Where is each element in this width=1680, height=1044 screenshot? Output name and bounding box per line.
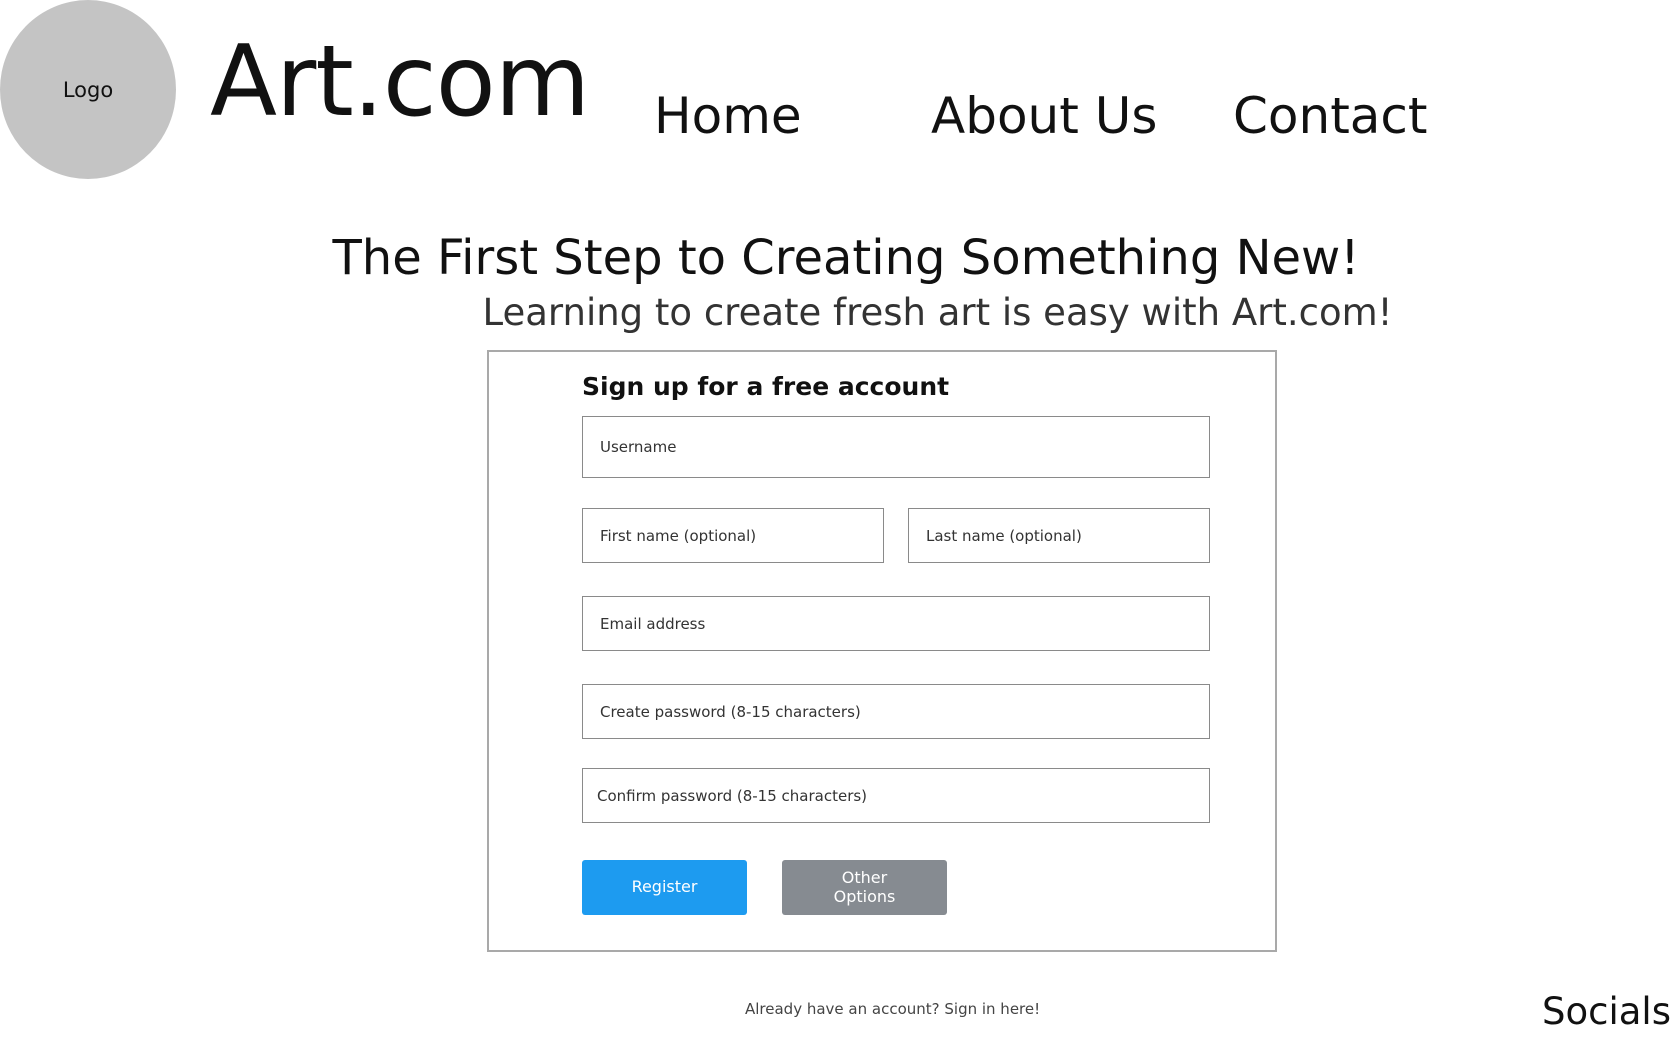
confirm-password-input[interactable] bbox=[582, 768, 1210, 823]
page-subheadline: Learning to create fresh art is easy wit… bbox=[482, 291, 1393, 334]
signup-form: Sign up for a free account Register Othe… bbox=[487, 350, 1277, 952]
socials-link[interactable]: Socials bbox=[1542, 990, 1671, 1034]
last-name-input[interactable] bbox=[908, 508, 1210, 563]
nav-about-link[interactable]: About Us bbox=[931, 86, 1157, 146]
sign-in-link[interactable]: Already have an account? Sign in here! bbox=[745, 1000, 1040, 1018]
nav-home-link[interactable]: Home bbox=[654, 86, 802, 146]
logo-label: Logo bbox=[62, 77, 114, 102]
nav-contact-link[interactable]: Contact bbox=[1233, 86, 1428, 146]
other-options-button[interactable]: Other Options bbox=[782, 860, 947, 915]
page-headline: The First Step to Creating Something New… bbox=[332, 230, 1360, 286]
first-name-input[interactable] bbox=[582, 508, 884, 563]
register-button-label: Register bbox=[631, 877, 698, 897]
site-name[interactable]: Art.com bbox=[210, 24, 590, 142]
username-input[interactable] bbox=[582, 416, 1210, 478]
form-title: Sign up for a free account bbox=[582, 372, 950, 401]
email-input[interactable] bbox=[582, 596, 1210, 651]
other-options-button-label: Other Options bbox=[833, 868, 896, 906]
create-password-input[interactable] bbox=[582, 684, 1210, 739]
register-button[interactable]: Register bbox=[582, 860, 747, 915]
logo[interactable]: Logo bbox=[0, 0, 176, 179]
